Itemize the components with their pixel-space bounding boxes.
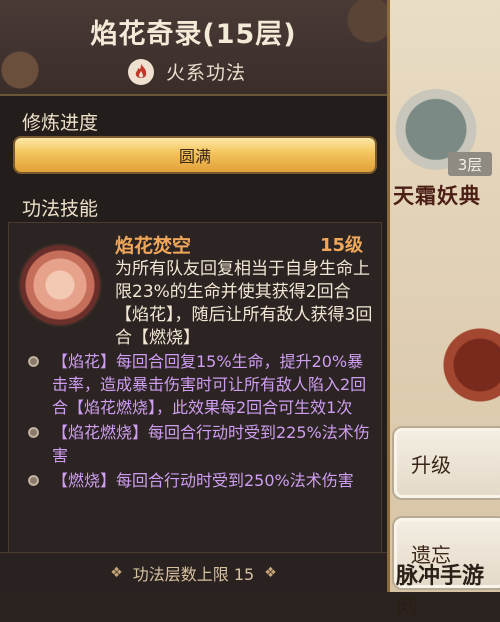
skill-description: 为所有队友回复相当于自身生命上限23%的生命并使其获得2回合【焰花】，随后让所有… xyxy=(115,259,373,348)
watermark: 脉冲手游网 xyxy=(396,564,485,621)
book-title[interactable]: 天霜妖典 xyxy=(393,180,481,210)
skill-section-label: 功法技能 xyxy=(22,198,99,220)
footer-ornament-icon: ❖ xyxy=(264,565,277,581)
panel-header: 焰花奇录(15层) 火系功法 xyxy=(0,0,387,96)
technique-panel: 焰花奇录(15层) 火系功法 修炼进度 圆满 功法技能 焰花焚空 15级 为所有… xyxy=(0,0,390,593)
layer-limit-label: 功法层数上限 15 xyxy=(132,565,255,584)
effect-list: 【焰花】每回合回复15%生命，提升20%暴击率，造成暴击伤害时可让所有敌人陷入2… xyxy=(28,350,373,494)
progress-section-label: 修炼进度 xyxy=(22,112,99,134)
layer-badge: 3层 xyxy=(448,152,492,176)
fan-ornament-icon xyxy=(440,320,500,410)
effect-text: 【焰花燃烧】每回合行动时受到225%法术伤害 xyxy=(52,423,370,465)
upgrade-button-label: 升级 xyxy=(411,452,451,477)
skill-level: 15级 xyxy=(320,235,364,256)
effect-text: 【焰花】每回合回复15%生命，提升20%暴击率，造成暴击伤害时可让所有敌人陷入2… xyxy=(52,352,367,417)
effect-item: 【燃烧】每回合行动时受到250%法术伤害 xyxy=(28,469,373,492)
page-title: 焰花奇录(15层) xyxy=(90,19,297,50)
fire-icon xyxy=(128,58,154,85)
skill-name: 焰花焚空 xyxy=(115,235,192,257)
bullet-icon xyxy=(28,427,39,438)
upgrade-button[interactable]: 升级 xyxy=(392,426,500,500)
panel-footer: ❖ 功法层数上限 15 ❖ xyxy=(0,552,387,593)
progress-bar: 圆满 xyxy=(15,138,375,172)
effect-item: 【焰花】每回合回复15%生命，提升20%暴击率，造成暴击伤害时可让所有敌人陷入2… xyxy=(28,350,373,419)
effect-item: 【焰花燃烧】每回合行动时受到225%法术伤害 xyxy=(28,421,373,467)
element-row: 火系功法 xyxy=(128,58,246,85)
footer-ornament-icon: ❖ xyxy=(110,565,123,581)
bullet-icon xyxy=(28,356,39,367)
effect-text: 【燃烧】每回合行动时受到250%法术伤害 xyxy=(52,471,354,490)
progress-bar-label: 圆满 xyxy=(178,147,211,166)
bullet-icon xyxy=(28,475,39,486)
skill-emblem-icon xyxy=(20,245,100,325)
element-label: 火系功法 xyxy=(166,62,247,84)
